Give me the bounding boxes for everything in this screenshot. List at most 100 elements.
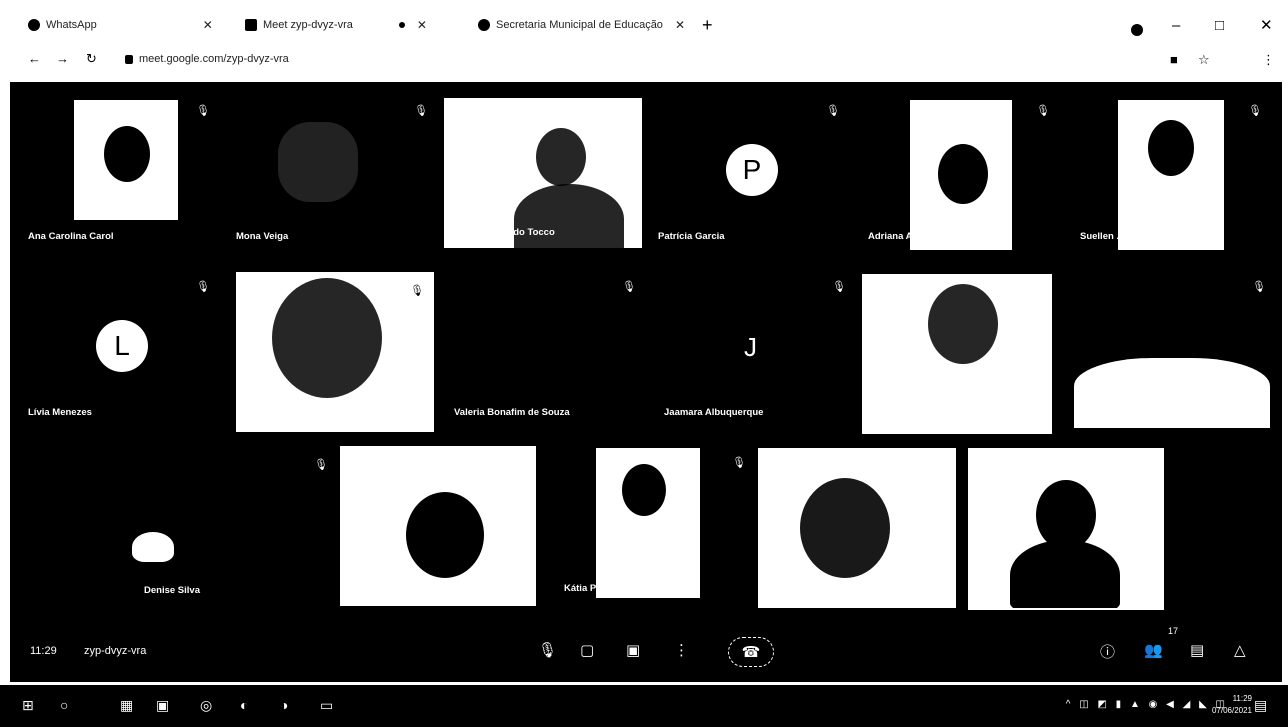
present-icon[interactable]: ▣ [626, 641, 640, 659]
system-tray[interactable]: ^ ◫ ◩ ▮ ▲ ◉ ◀ ◢ ◣ ◫ [1066, 699, 1228, 710]
star-icon[interactable]: ☆ [1198, 52, 1210, 68]
phone-icon: ☎ [741, 644, 761, 661]
site-icon [478, 19, 490, 31]
video-feed [278, 122, 358, 202]
system-clock[interactable]: 11:29 07/06/2021 [1212, 693, 1252, 717]
participant-tile[interactable]: 🎙 Denise Silva [20, 446, 338, 606]
camera-icon[interactable]: ■ [1170, 52, 1178, 67]
participant-tile[interactable]: 🎙 Mona Veiga [228, 92, 438, 252]
meet-video-grid: 🎙 Ana Carolina Carol 🎙 Mona Veiga Cómo L… [10, 82, 1282, 682]
back-button[interactable]: ← [28, 51, 41, 66]
participant-tile[interactable]: 🎙 Adriana Arruda Lola [860, 92, 1060, 252]
participant-tile[interactable]: P 🎙 Patrícia Garcia [650, 92, 850, 252]
participant-name: Vanessa Martins [244, 411, 319, 422]
participant-tile[interactable]: 🎙 Valeria Bonafim de Souza [446, 268, 646, 428]
participant-tile[interactable]: L 🎙 Lívia Menezes [20, 268, 220, 428]
participant-tile[interactable]: 🎙 Vanessa Martins [236, 272, 434, 432]
tab-secretaria[interactable]: Secretaria Municipal de Educação ✕ [478, 14, 685, 36]
reload-button[interactable]: ↻ [86, 51, 97, 67]
participant-tile[interactable]: Maria Conceição Rosa ... [862, 274, 1052, 434]
video-feed [596, 448, 700, 598]
mic-off-icon: 🎙 [414, 105, 428, 117]
participant-name: Suellen ... [1080, 231, 1125, 242]
whatsapp-icon [28, 19, 40, 31]
more-options-icon[interactable]: ⋮ [674, 641, 689, 659]
recording-indicator-icon [398, 22, 405, 28]
meeting-time: 11:29 [30, 645, 57, 657]
chat-icon[interactable]: ▤ [1190, 641, 1204, 659]
search-icon[interactable]: ○ [60, 697, 68, 713]
participant-name: Lúcia Pacheco Bel [348, 585, 432, 596]
tab-meet[interactable]: Meet zyp-dvyz-vra ✕ [245, 14, 427, 36]
participant-name: Ana Carolina Carol [28, 231, 114, 242]
forward-button[interactable]: → [56, 51, 69, 66]
participant-name: Lívia Menezes [28, 407, 92, 418]
close-window-button[interactable]: ✕ [1260, 18, 1273, 33]
maximize-button[interactable]: □ [1215, 18, 1224, 33]
mic-off-icon: 🎙 [832, 281, 846, 293]
lock-icon [125, 54, 133, 64]
notifications-icon[interactable]: ▤ [1254, 697, 1267, 714]
mic-off-icon: 🎙 [1252, 281, 1266, 293]
participant-name: Maria Conceição Rosa ... [870, 413, 982, 424]
participant-tile[interactable]: Lúcia Pacheco Bel [340, 446, 536, 606]
participant-name: Valeria Bonafim de Souza [454, 407, 570, 418]
app-icon[interactable]: ◐ [240, 697, 248, 713]
camera-icon[interactable]: ▢ [580, 641, 594, 659]
mic-off-icon: 🎙 [410, 285, 424, 297]
participant-name: Você [978, 587, 1001, 598]
chrome-icon[interactable]: ◎ [200, 697, 212, 714]
participant-tile[interactable]: 🎙 Kátia Passaroti [556, 444, 756, 604]
participant-tile[interactable]: J 🎙 Jaamara Albuquerque [656, 268, 856, 428]
end-call-button[interactable]: ☎ [728, 637, 774, 667]
info-icon[interactable]: ⓘ [1100, 641, 1115, 662]
participant-tile[interactable]: Cómo Leonardo Tocco [444, 98, 642, 248]
participant-name: Denise Silva [144, 585, 200, 596]
participant-name: Jaamara Albuquerque [664, 407, 764, 418]
video-feed [1074, 358, 1270, 428]
activities-icon[interactable]: △ [1234, 641, 1246, 659]
clock-time: 11:29 [1232, 694, 1252, 703]
mic-off-icon: 🎙 [196, 105, 210, 117]
menu-icon[interactable]: ⋮ [1262, 52, 1275, 68]
hand-raised-icon [132, 532, 174, 562]
start-icon[interactable]: ⊞ [22, 697, 34, 714]
self-view-tile[interactable]: Você [968, 448, 1164, 610]
profile-icon[interactable] [1131, 24, 1143, 36]
os-taskbar: ⊞ ○ ▦ ▣ ◎ ◐ ◑ ▭ ^ ◫ ◩ ▮ ▲ ◉ ◀ ◢ ◣ ◫ 11:2… [0, 685, 1288, 727]
minimize-button[interactable]: – [1172, 18, 1180, 33]
video-feed [1118, 100, 1224, 250]
app-icon[interactable]: ▭ [320, 697, 333, 714]
participant-tile[interactable]: 🎙 Suellen ... [1072, 92, 1272, 252]
participant-tile[interactable]: 🎙 Ana Carolina Carol [20, 92, 220, 252]
close-icon[interactable]: ✕ [675, 18, 685, 32]
url-field[interactable]: meet.google.com/zyp-dvyz-vra [125, 53, 289, 65]
mic-off-icon: 🎙 [622, 281, 636, 293]
mic-icon[interactable]: 🎙 [538, 641, 557, 659]
taskview-icon[interactable]: ▦ [120, 697, 133, 714]
meet-toolbar: 11:29 zyp-dvyz-vra 🎙 ▢ ▣ ⋮ ☎ ⓘ 17 👥 ▤ △ [10, 626, 1282, 682]
participant-tile[interactable]: Juliana Silva Andrade [758, 448, 956, 608]
participant-name: Juliana Silva Andrade [766, 587, 865, 598]
video-feed [910, 100, 1012, 250]
close-icon[interactable]: ✕ [417, 18, 427, 32]
video-feed [74, 100, 178, 220]
mic-off-icon: 🎙 [826, 105, 840, 117]
close-icon[interactable]: ✕ [203, 18, 213, 32]
participant-name: Kátia Passaroti [564, 583, 633, 594]
participant-name: Cómo Leonardo Tocco [452, 227, 555, 238]
mic-off-icon: 🎙 [314, 459, 328, 471]
participant-name: Patrícia Garcia [658, 231, 725, 242]
tab-whatsapp[interactable]: WhatsApp ✕ [28, 14, 213, 36]
new-tab-button[interactable]: + [702, 16, 713, 34]
avatar: J [744, 332, 757, 362]
app-icon[interactable]: ◑ [280, 697, 288, 713]
tab-title: WhatsApp [46, 19, 97, 31]
avatar: P [726, 144, 778, 196]
url-text: meet.google.com/zyp-dvyz-vra [139, 53, 289, 65]
file-explorer-icon[interactable]: ▣ [156, 697, 169, 714]
participants-count-badge: 17 [1168, 626, 1179, 636]
mic-off-icon: 🎙 [732, 457, 746, 469]
people-icon[interactable]: 👥 [1144, 641, 1163, 659]
participant-tile[interactable]: 🎙 [1070, 268, 1276, 434]
